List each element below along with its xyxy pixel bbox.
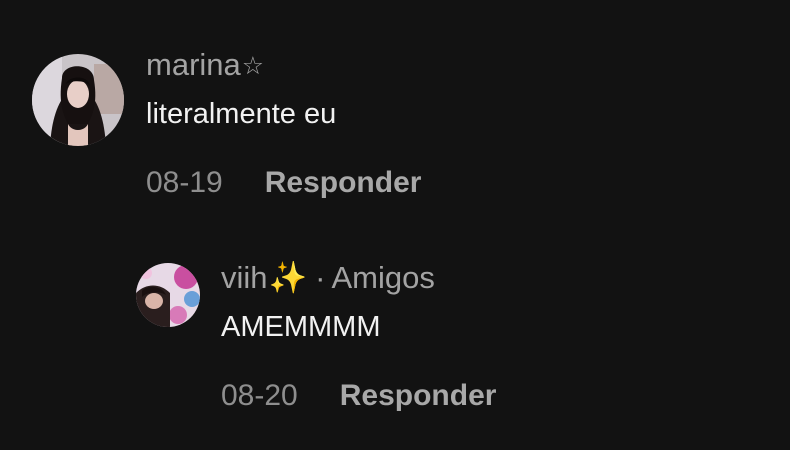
comment-text: literalmente eu: [146, 98, 337, 130]
separator-dot: ·: [315, 260, 326, 295]
friend-label: Amigos: [331, 260, 435, 295]
username-text: marina: [146, 47, 241, 82]
comment-date: 08-20: [221, 379, 298, 412]
username[interactable]: viih✨ · Amigos: [221, 259, 435, 296]
comment-meta: 08-20 Responder: [221, 379, 496, 413]
user-avatar-photo-icon: [136, 263, 200, 327]
reply-button[interactable]: Responder: [265, 166, 422, 200]
avatar[interactable]: [32, 54, 124, 146]
username[interactable]: marina☆: [146, 47, 264, 83]
reply-button[interactable]: Responder: [340, 379, 497, 413]
user-avatar-photo-icon: [32, 54, 124, 146]
username-text: viih: [221, 260, 268, 295]
sparkles-icon: ✨: [268, 260, 308, 295]
avatar[interactable]: [136, 263, 200, 327]
comment-text: AMEMMMM: [221, 311, 381, 343]
comment-meta: 08-19 Responder: [146, 166, 421, 200]
star-icon: ☆: [241, 53, 264, 80]
comment-date: 08-19: [146, 166, 223, 199]
